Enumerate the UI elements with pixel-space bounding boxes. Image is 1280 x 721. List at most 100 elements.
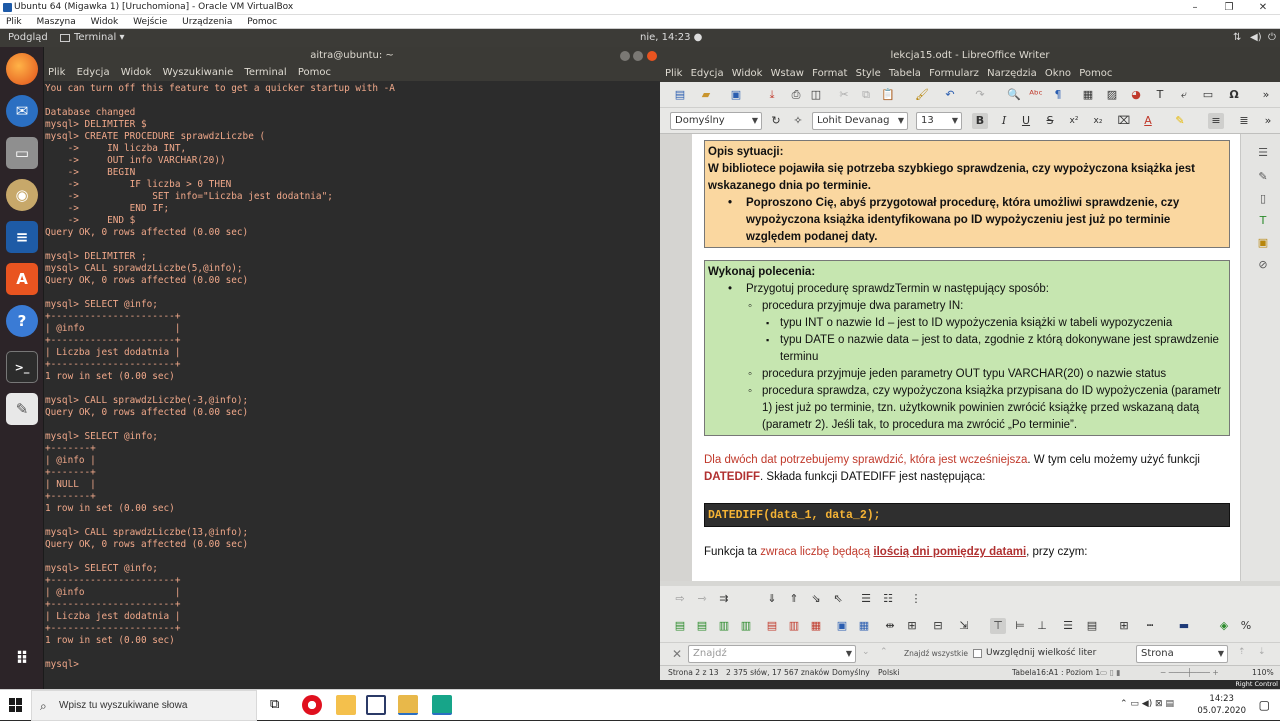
print-preview-icon[interactable]: ◫: [808, 87, 824, 103]
insert-field-icon[interactable]: ▭: [1200, 87, 1216, 103]
update-style-icon[interactable]: ↻: [768, 113, 784, 129]
close-find-icon[interactable]: ✕: [672, 647, 682, 661]
writer-menu-formularz[interactable]: Formularz: [929, 68, 979, 79]
terminal-menu-pomoc[interactable]: Pomoc: [298, 67, 331, 78]
spellcheck-icon[interactable]: ᴬᵇᶜ: [1028, 87, 1044, 103]
writer-menu-plik[interactable]: Plik: [665, 68, 682, 79]
taskbar-clock[interactable]: 14:23 05.07.2020: [1197, 693, 1246, 717]
status-language[interactable]: Polski: [878, 666, 900, 680]
opera-icon[interactable]: [302, 695, 322, 715]
software-center-icon[interactable]: A: [6, 263, 38, 295]
paragraph-style-combo[interactable]: Domyślny ▼: [670, 112, 762, 130]
terminal-menu-widok[interactable]: Widok: [121, 67, 152, 78]
terminal-minimize-icon[interactable]: [620, 51, 630, 61]
cut-icon[interactable]: ✂: [836, 87, 852, 103]
terminal-close-icon[interactable]: [647, 51, 657, 61]
redo-icon[interactable]: ↷: [972, 87, 988, 103]
writer-menu-pomoc[interactable]: Pomoc: [1079, 68, 1112, 79]
sidebar-menu-icon[interactable]: ☰: [1256, 146, 1270, 160]
terminal-maximize-icon[interactable]: [633, 51, 643, 61]
find-input[interactable]: Znajdź ▼: [688, 645, 856, 663]
special-character-icon[interactable]: Ω: [1226, 87, 1242, 103]
move-down-icon[interactable]: ⇓: [764, 591, 780, 607]
terminal-menu-edycja[interactable]: Edycja: [77, 67, 110, 78]
match-case-checkbox[interactable]: [973, 649, 982, 658]
font-size-combo[interactable]: 13 ▼: [916, 112, 962, 130]
status-style[interactable]: Domyślny: [832, 666, 870, 680]
formatting-marks-icon[interactable]: ¶: [1050, 87, 1066, 103]
insert-chart-icon[interactable]: ◕: [1128, 87, 1144, 103]
borders-icon[interactable]: ⊞: [1116, 618, 1132, 634]
save-icon[interactable]: ▣: [728, 87, 744, 103]
close-button[interactable]: ✕: [1246, 0, 1280, 15]
power-icon[interactable]: ⏻: [1268, 29, 1276, 47]
insert-image-icon[interactable]: ▨: [1104, 87, 1120, 103]
clear-formatting-icon[interactable]: ⌧: [1116, 113, 1132, 129]
thunderbird-icon[interactable]: ✉: [6, 95, 38, 127]
help-icon[interactable]: ?: [6, 305, 38, 337]
writer-menu-format[interactable]: Format: [812, 68, 847, 79]
bold-icon[interactable]: B: [972, 113, 988, 129]
styles-icon[interactable]: T: [1256, 214, 1270, 228]
zoom-slider[interactable]: − ────┼──── +: [1160, 666, 1219, 680]
italic-icon[interactable]: I: [996, 113, 1012, 129]
toolbar-overflow-icon[interactable]: »: [1260, 113, 1276, 129]
activities-button[interactable]: Podgląd: [8, 29, 48, 47]
writer-menu-okno[interactable]: Okno: [1045, 68, 1071, 79]
writer-menu-edycja[interactable]: Edycja: [691, 68, 724, 79]
firefox-icon[interactable]: [6, 53, 38, 85]
table-cell-background-icon[interactable]: ◈: [1216, 618, 1232, 634]
font-name-combo[interactable]: Lohit Devanag ▼: [812, 112, 908, 130]
clone-formatting-icon[interactable]: 🖌: [914, 87, 930, 103]
files-icon[interactable]: ▭: [6, 137, 38, 169]
find-previous-icon[interactable]: ⌄: [862, 647, 870, 657]
table-properties-icon[interactable]: ▤: [1084, 618, 1100, 634]
libreoffice-writer-icon[interactable]: ≡: [6, 221, 38, 253]
arrow-right-icon[interactable]: ⇨: [672, 591, 688, 607]
font-color-icon[interactable]: A: [1140, 113, 1156, 129]
find-all-button[interactable]: Znajdź wszystkie: [904, 649, 968, 658]
copy-icon[interactable]: ⧉: [858, 87, 874, 103]
vbox-menu-plik[interactable]: Plik: [6, 17, 22, 27]
superscript-icon[interactable]: x²: [1066, 113, 1082, 129]
strikethrough-icon[interactable]: S: [1042, 113, 1058, 129]
terminal-output[interactable]: You can turn off this feature to get a q…: [44, 81, 660, 680]
list-icon[interactable]: ☰: [858, 591, 874, 607]
align-top-icon[interactable]: ⊤: [990, 618, 1006, 634]
border-style-icon[interactable]: ┅: [1142, 618, 1158, 634]
print-icon[interactable]: ⎙: [788, 87, 804, 103]
move-up-icon[interactable]: ⇑: [786, 591, 802, 607]
windows-start-icon[interactable]: [9, 698, 23, 712]
numbered-list-icon[interactable]: ☷: [880, 591, 896, 607]
vbox-menu-pomoc[interactable]: Pomoc: [247, 17, 277, 27]
select-cell-icon[interactable]: ▣: [834, 618, 850, 634]
document-area[interactable]: Opis sytuacji: W bibliotece pojawiła się…: [660, 134, 1240, 581]
writer-menu-narzedzia[interactable]: Narzędzia: [987, 68, 1037, 79]
package-icon[interactable]: [366, 695, 386, 715]
terminal-menu-wyszukiwanie[interactable]: Wyszukiwanie: [163, 67, 234, 78]
bullets-icon[interactable]: ⋮: [908, 591, 924, 607]
notifications-icon[interactable]: ▢: [1259, 698, 1270, 712]
panel-clock[interactable]: nie, 14:23 ●: [640, 29, 702, 47]
view-layout-icons[interactable]: ▭ ▯ ▮: [1100, 666, 1120, 680]
writer-menu-wstaw[interactable]: Wstaw: [771, 68, 804, 79]
align-bottom-icon[interactable]: ⊥: [1034, 618, 1050, 634]
delete-table-icon[interactable]: ▦: [808, 618, 824, 634]
terminal-icon[interactable]: >_: [6, 351, 38, 383]
export-pdf-icon[interactable]: ⤓: [764, 87, 780, 103]
find-scope-combo[interactable]: Strona ▼: [1136, 645, 1228, 663]
find-replace-icon[interactable]: 🔍: [1006, 87, 1022, 103]
split-cells-icon[interactable]: ⊞: [904, 618, 920, 634]
virtualbox-taskbar-icon[interactable]: [398, 695, 418, 715]
number-format-icon[interactable]: ☰: [1060, 618, 1076, 634]
insert-row-icon[interactable]: ⇉: [716, 591, 732, 607]
open-icon[interactable]: ▰: [698, 87, 714, 103]
volume-icon[interactable]: ◀): [1250, 29, 1262, 47]
taskbar-search-box[interactable]: ⌕ Wpisz tu wyszukiwane słowa: [31, 690, 257, 721]
terminal-menu-terminal[interactable]: Terminal: [244, 67, 286, 78]
properties-icon[interactable]: ✎: [1256, 170, 1270, 184]
vbox-menu-urzadzenia[interactable]: Urządzenia: [182, 17, 232, 27]
status-zoom[interactable]: 110%: [1252, 666, 1274, 680]
paste-icon[interactable]: 📋: [880, 87, 896, 103]
undo-icon[interactable]: ↶: [942, 87, 958, 103]
